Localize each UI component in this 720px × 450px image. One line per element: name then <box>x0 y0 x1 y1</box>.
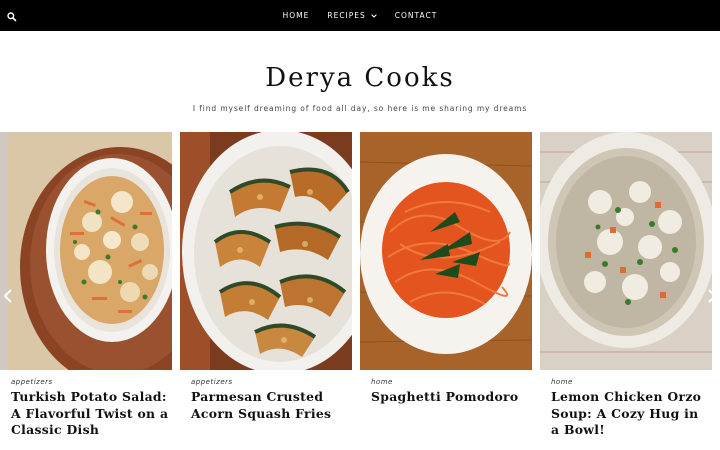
recipe-card: home Spaghetti Pomodoro <box>360 132 532 450</box>
recipe-category[interactable]: appetizers <box>191 378 233 386</box>
recipe-title[interactable]: Turkish Potato Salad: A Flavorful Twist … <box>11 389 171 439</box>
nav-home-label: HOME <box>282 11 310 20</box>
main-nav: HOME RECIPES CONTACT <box>0 0 720 31</box>
nav-contact-label: CONTACT <box>394 11 438 20</box>
recipe-image[interactable] <box>0 132 172 370</box>
recipe-image[interactable] <box>360 132 532 370</box>
recipe-card: home Lemon Chicken Orzo Soup: A Cozy Hug… <box>540 132 712 450</box>
nav-recipes[interactable]: RECIPES <box>318 11 385 20</box>
recipe-title[interactable]: Lemon Chicken Orzo Soup: A Cozy Hug in a… <box>551 389 711 439</box>
nav-contact[interactable]: CONTACT <box>386 11 447 20</box>
chevron-left-icon[interactable] <box>2 288 14 304</box>
recipe-image[interactable] <box>540 132 712 370</box>
nav-recipes-label: RECIPES <box>327 11 366 20</box>
recipe-title[interactable]: Spaghetti Pomodoro <box>371 389 531 406</box>
recipe-title[interactable]: Parmesan Crusted Acorn Squash Fries <box>191 389 351 422</box>
recipe-category[interactable]: appetizers <box>11 378 53 386</box>
recipe-card: appetizers Parmesan Crusted Acorn Squash… <box>180 132 352 450</box>
recipe-card: appetizers Turkish Potato Salad: A Flavo… <box>0 132 172 450</box>
recipe-carousel: appetizers Turkish Potato Salad: A Flavo… <box>0 132 720 450</box>
nav-home[interactable]: HOME <box>274 11 319 20</box>
recipe-category[interactable]: home <box>551 378 573 386</box>
recipe-category[interactable]: home <box>371 378 393 386</box>
recipe-image[interactable] <box>180 132 352 370</box>
chevron-down-icon <box>371 13 377 18</box>
site-title[interactable]: Derya Cooks <box>0 63 720 93</box>
chevron-right-icon[interactable] <box>706 288 718 304</box>
site-tagline: I find myself dreaming of food all day, … <box>192 104 528 113</box>
top-navigation-bar: HOME RECIPES CONTACT <box>0 0 720 31</box>
